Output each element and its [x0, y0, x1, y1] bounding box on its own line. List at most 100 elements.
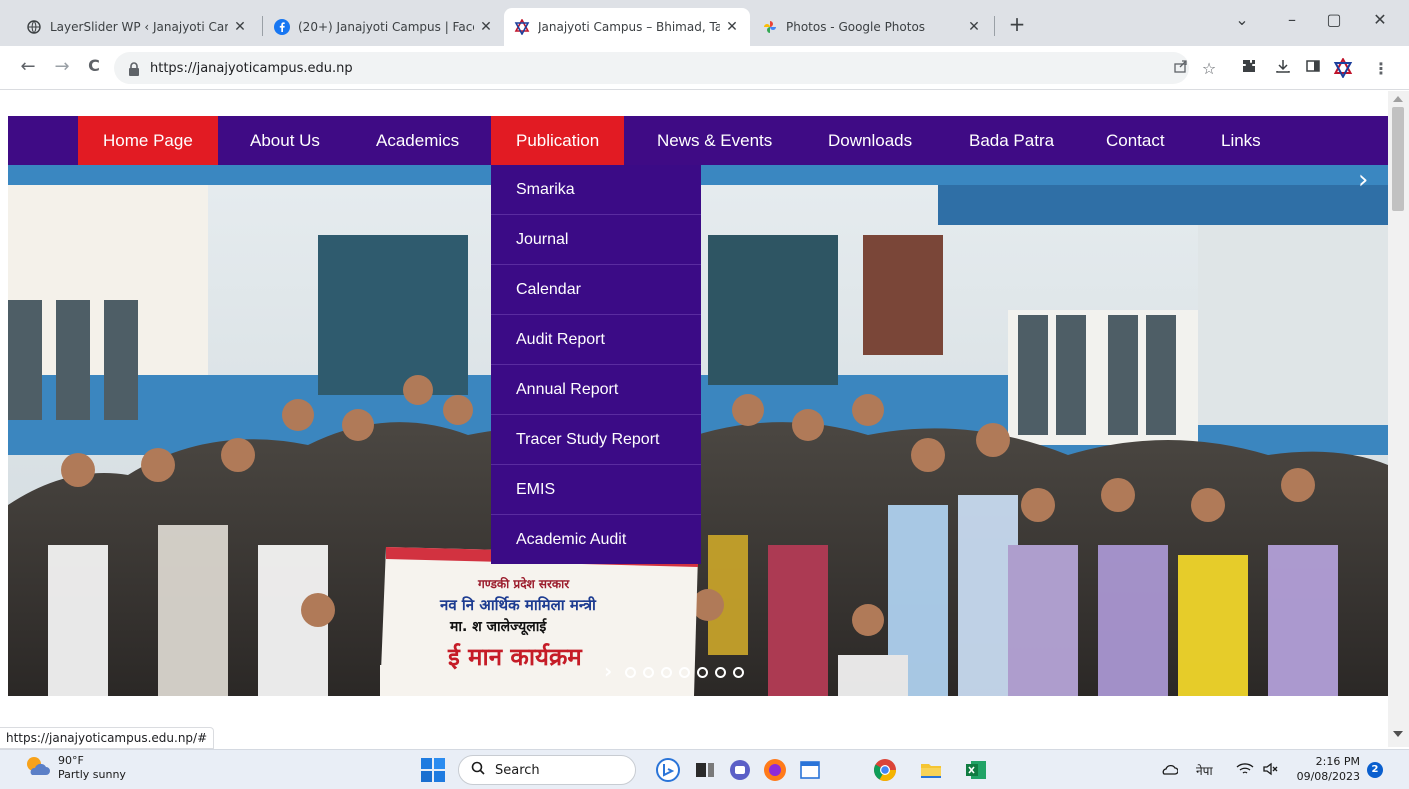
browser-tab-strip: LayerSlider WP ‹ Janajyoti Campu ✕ (20+)…: [0, 0, 1409, 46]
firefox-icon[interactable]: [762, 757, 788, 783]
share-icon[interactable]: [1170, 58, 1192, 80]
banner-line-1: गण्डकी प्रदेश सरकार: [478, 577, 570, 591]
taskbar-search-box[interactable]: Search: [458, 755, 636, 785]
wifi-icon[interactable]: [1236, 762, 1254, 779]
side-panel-icon[interactable]: [1302, 58, 1324, 80]
nav-links[interactable]: Links: [1196, 116, 1286, 165]
status-bar-url: https://janajyoticampus.edu.np/#: [0, 727, 215, 749]
tab-separator: [994, 16, 995, 36]
file-explorer-icon[interactable]: [918, 757, 944, 783]
tab-layerslider[interactable]: LayerSlider WP ‹ Janajyoti Campu ✕: [16, 8, 258, 46]
forward-button[interactable]: →: [50, 56, 74, 77]
search-label: Search: [495, 762, 540, 778]
tab-janajyoti-campus[interactable]: Janajyoti Campus – Bhimad, Tana ✕: [504, 8, 750, 46]
slider-dot[interactable]: [733, 667, 744, 678]
menu-item-emis[interactable]: EMIS: [491, 465, 701, 515]
menu-item-academic-audit[interactable]: Academic Audit: [491, 515, 701, 565]
reload-button[interactable]: C: [82, 56, 106, 75]
banner-line-2: नव नि आर्थिक मामिला मन्त्री: [440, 596, 596, 614]
publication-dropdown-menu: Smarika Journal Calendar Audit Report An…: [491, 165, 701, 564]
bookmark-star-icon[interactable]: ☆: [1198, 58, 1220, 80]
nav-about-us[interactable]: About Us: [225, 116, 345, 165]
slider-arrow-icon[interactable]: ›: [604, 659, 612, 683]
nav-home-page[interactable]: Home Page: [78, 116, 218, 165]
nav-publication[interactable]: Publication: [491, 116, 625, 165]
address-bar[interactable]: [114, 52, 1189, 84]
menu-item-annual-report[interactable]: Annual Report: [491, 365, 701, 415]
slider-dot[interactable]: [661, 667, 672, 678]
slider-dot[interactable]: [643, 667, 654, 678]
close-icon[interactable]: ✕: [232, 19, 248, 35]
clock-time: 2:16 PM: [1315, 755, 1360, 768]
window-app-icon[interactable]: [797, 757, 823, 783]
teams-chat-icon[interactable]: [727, 757, 753, 783]
banner-line-3: मा. श जालेज्यूलाई: [450, 619, 547, 635]
tab-google-photos[interactable]: Photos - Google Photos ✕: [752, 8, 992, 46]
back-button[interactable]: ←: [16, 56, 40, 77]
slider-dot[interactable]: [715, 667, 726, 678]
nav-academics[interactable]: Academics: [351, 116, 484, 165]
extensions-icon[interactable]: [1238, 58, 1260, 80]
browser-toolbar: ← → C ☆ ⋮: [0, 46, 1409, 90]
page-viewport: Home Page About Us Academics Publication…: [0, 91, 1388, 747]
close-icon[interactable]: ✕: [724, 19, 740, 35]
volume-muted-icon[interactable]: [1262, 762, 1280, 779]
google-photos-icon: [762, 19, 778, 35]
scroll-up-arrow[interactable]: [1393, 96, 1403, 102]
search-icon: [471, 761, 485, 779]
slider-dot[interactable]: [697, 667, 708, 678]
nav-bada-patra[interactable]: Bada Patra: [944, 116, 1079, 165]
excel-icon[interactable]: [963, 757, 989, 783]
menu-item-calendar[interactable]: Calendar: [491, 265, 701, 315]
task-view-icon[interactable]: [692, 757, 718, 783]
close-icon[interactable]: ✕: [966, 19, 982, 35]
new-tab-button[interactable]: +: [1004, 12, 1030, 38]
input-language-indicator[interactable]: नेपा: [1196, 762, 1213, 779]
globe-icon: [26, 19, 42, 35]
close-icon[interactable]: ✕: [478, 19, 494, 35]
scroll-down-arrow[interactable]: [1393, 731, 1403, 737]
tab-title: LayerSlider WP ‹ Janajyoti Campu: [50, 20, 228, 34]
chrome-icon[interactable]: [872, 757, 898, 783]
nav-downloads[interactable]: Downloads: [803, 116, 937, 165]
weather-widget[interactable]: 90°F Partly sunny: [24, 754, 126, 782]
slider-dot[interactable]: [679, 667, 690, 678]
more-menu-icon[interactable]: ⋮: [1370, 58, 1392, 80]
site-main-nav: Home Page About Us Academics Publication…: [8, 116, 1388, 165]
tab-search-button[interactable]: ⌄: [1222, 10, 1262, 29]
notification-badge[interactable]: 2: [1367, 762, 1383, 778]
menu-item-audit-report[interactable]: Audit Report: [491, 315, 701, 365]
bing-chat-icon[interactable]: [655, 757, 681, 783]
slider-dots: [625, 667, 744, 678]
tab-facebook[interactable]: (20+) Janajyoti Campus | Facebo ✕: [264, 8, 504, 46]
tab-title: Photos - Google Photos: [786, 20, 926, 34]
windows-start-icon[interactable]: [420, 757, 446, 783]
menu-item-journal[interactable]: Journal: [491, 215, 701, 265]
page-scrollbar[interactable]: [1388, 91, 1409, 747]
onedrive-cloud-icon[interactable]: [1160, 762, 1179, 779]
menu-item-tracer-study-report[interactable]: Tracer Study Report: [491, 415, 701, 465]
tab-separator: [262, 16, 263, 36]
windows-taskbar: 90°F Partly sunny Search नेपा 2:16 PM 09…: [0, 749, 1409, 789]
scroll-thumb[interactable]: [1392, 107, 1404, 211]
tab-title: Janajyoti Campus – Bhimad, Tana: [538, 20, 720, 34]
profile-icon[interactable]: [1332, 57, 1354, 80]
facebook-icon: [274, 19, 290, 35]
restore-button[interactable]: ▢: [1314, 10, 1354, 29]
banner-line-4: ई मान कार्यक्रम: [448, 643, 582, 671]
menu-item-smarika[interactable]: Smarika: [491, 165, 701, 215]
nav-news-events[interactable]: News & Events: [632, 116, 797, 165]
download-icon[interactable]: [1272, 58, 1294, 80]
nav-contact[interactable]: Contact: [1081, 116, 1190, 165]
close-window-button[interactable]: ✕: [1360, 10, 1400, 29]
url-input[interactable]: [150, 60, 1050, 76]
lock-icon: [128, 61, 140, 76]
weather-desc: Partly sunny: [58, 768, 126, 781]
minimize-button[interactable]: –: [1272, 10, 1312, 29]
slider-next-arrow[interactable]: ›: [1358, 165, 1368, 195]
clock-date: 09/08/2023: [1296, 770, 1360, 783]
partly-sunny-icon: [24, 755, 50, 781]
slider-dot[interactable]: [625, 667, 636, 678]
taskbar-clock[interactable]: 2:16 PM 09/08/2023: [1294, 754, 1360, 784]
tab-title: (20+) Janajyoti Campus | Facebo: [298, 20, 474, 34]
